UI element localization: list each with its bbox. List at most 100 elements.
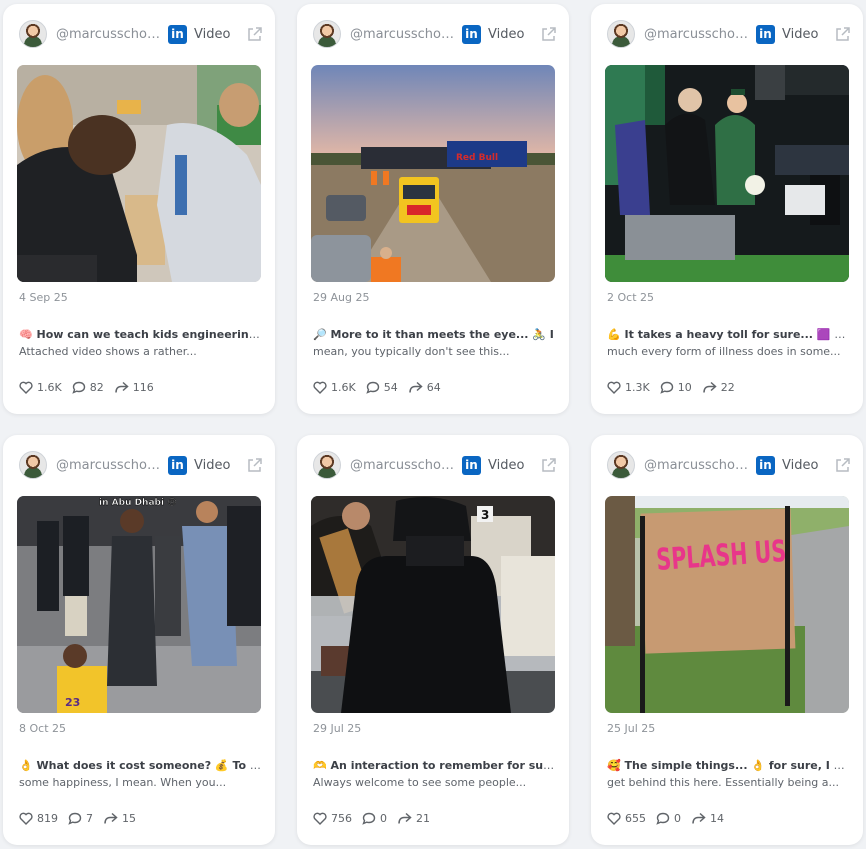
engagement-stats: 756 0 21 <box>313 812 440 825</box>
engagement-stats: 655 0 14 <box>607 812 734 825</box>
video-thumbnail[interactable]: SPLASH US <box>605 496 849 713</box>
post-caption: 👌 What does it cost someone? 💰 To share … <box>19 757 261 791</box>
avatar[interactable] <box>19 451 47 479</box>
heart-icon <box>607 812 621 825</box>
share-icon <box>702 381 717 393</box>
author-handle[interactable]: @marcusschol... <box>644 458 748 473</box>
avatar[interactable] <box>607 451 635 479</box>
external-link-icon[interactable] <box>539 456 557 474</box>
comments-stat[interactable]: 54 <box>366 381 398 394</box>
engagement-stats: 1.6K 82 116 <box>19 381 164 394</box>
post-caption: 🫶 An interaction to remember for sure 👌 … <box>313 757 555 791</box>
video-thumbnail[interactable] <box>17 65 261 282</box>
likes-stat[interactable]: 1.6K <box>19 381 62 394</box>
engagement-stats: 1.3K 10 22 <box>607 381 745 394</box>
heart-icon <box>607 381 621 394</box>
post-caption: 🔎 More to it than meets the eye... 🚴 I m… <box>313 326 555 360</box>
external-link-icon[interactable] <box>833 456 851 474</box>
caption-body: Always welcome to see some people... <box>313 776 527 789</box>
comments-stat[interactable]: 0 <box>656 812 681 825</box>
heart-icon <box>313 381 327 394</box>
caption-body: some happiness, I mean. When you... <box>19 776 227 789</box>
likes-stat[interactable]: 1.6K <box>313 381 356 394</box>
shares-count: 14 <box>710 812 724 825</box>
comment-icon <box>656 812 670 825</box>
comment-icon <box>366 381 379 394</box>
avatar[interactable] <box>607 20 635 48</box>
likes-stat[interactable]: 1.3K <box>607 381 650 394</box>
comments-count: 10 <box>677 381 692 394</box>
caption-body: Attached video shows a rather... <box>19 345 197 358</box>
author-handle[interactable]: @marcusschol... <box>350 458 454 473</box>
author-handle[interactable]: @marcusschol... <box>56 27 160 42</box>
linkedin-icon: in <box>168 24 187 44</box>
shares-stat[interactable]: 15 <box>103 812 136 825</box>
caption-body: much every form of illness does in some.… <box>607 345 841 358</box>
shares-stat[interactable]: 14 <box>691 812 724 825</box>
author-handle[interactable]: @marcusschol... <box>644 27 748 42</box>
post-card[interactable]: @marcusschol... in Video 2 Oct 25 💪 It t… <box>591 4 863 414</box>
comments-stat[interactable]: 7 <box>68 812 93 825</box>
caption-title: 🫶 An interaction to remember for sure 👌 <box>313 759 555 772</box>
shares-stat[interactable]: 64 <box>408 381 441 394</box>
likes-stat[interactable]: 655 <box>607 812 646 825</box>
shares-stat[interactable]: 21 <box>397 812 430 825</box>
external-link-icon[interactable] <box>833 25 851 43</box>
comments-stat[interactable]: 10 <box>660 381 692 394</box>
comment-icon <box>72 381 85 394</box>
linkedin-icon: in <box>756 24 775 44</box>
video-thumbnail[interactable] <box>605 65 849 282</box>
external-link-icon[interactable] <box>539 25 557 43</box>
linkedin-icon: in <box>756 455 775 475</box>
comments-count: 0 <box>674 812 681 825</box>
card-header: @marcusschol... in Video <box>607 449 851 481</box>
post-card[interactable]: @marcusschol... in Video SPLASH US 25 Ju… <box>591 435 863 845</box>
caption-body: get behind this here. Essentially being … <box>607 776 840 789</box>
comments-count: 82 <box>89 381 104 394</box>
share-icon <box>408 381 423 393</box>
avatar[interactable] <box>313 451 341 479</box>
card-header: @marcusschol... in Video <box>19 18 263 50</box>
external-link-icon[interactable] <box>245 456 263 474</box>
post-caption: 🧠 How can we teach kids engineering? 📽 A… <box>19 326 261 360</box>
video-thumbnail[interactable]: in Abu Dhabi 😢 23 <box>17 496 261 713</box>
card-header: @marcusschol... in Video <box>313 18 557 50</box>
post-type-label: Video <box>782 457 819 473</box>
author-handle[interactable]: @marcusschol... <box>350 27 454 42</box>
post-card[interactable]: @marcusschol... in Video in Abu Dhabi 😢 … <box>3 435 275 845</box>
card-header: @marcusschol... in Video <box>313 449 557 481</box>
comments-stat[interactable]: 82 <box>72 381 104 394</box>
video-thumbnail[interactable]: 3 <box>311 496 555 713</box>
engagement-stats: 1.6K 54 64 <box>313 381 451 394</box>
video-thumbnail[interactable]: Red Bull <box>311 65 555 282</box>
caption-body: mean, you typically don't see this... <box>313 345 510 358</box>
post-date: 25 Jul 25 <box>607 722 656 735</box>
caption-title: 🧠 How can we teach kids engineering? 📽 <box>19 328 261 341</box>
card-header: @marcusschol... in Video <box>607 18 851 50</box>
shares-stat[interactable]: 116 <box>114 381 154 394</box>
likes-count: 1.3K <box>625 381 650 394</box>
post-card[interactable]: @marcusschol... in Video 3 29 Jul 25 🫶 A… <box>297 435 569 845</box>
likes-stat[interactable]: 819 <box>19 812 58 825</box>
avatar[interactable] <box>19 20 47 48</box>
likes-stat[interactable]: 756 <box>313 812 352 825</box>
external-link-icon[interactable] <box>245 25 263 43</box>
heart-icon <box>19 381 33 394</box>
post-date: 29 Jul 25 <box>313 722 362 735</box>
linkedin-icon: in <box>462 24 481 44</box>
likes-count: 756 <box>331 812 352 825</box>
post-card[interactable]: @marcusschol... in Video 4 Sep 25 🧠 How … <box>3 4 275 414</box>
avatar[interactable] <box>313 20 341 48</box>
likes-count: 1.6K <box>37 381 62 394</box>
post-card[interactable]: @marcusschol... in Video Red Bull 29 Aug… <box>297 4 569 414</box>
shares-stat[interactable]: 22 <box>702 381 735 394</box>
share-icon <box>104 812 118 824</box>
comments-count: 0 <box>380 812 387 825</box>
comments-count: 7 <box>86 812 93 825</box>
linkedin-icon: in <box>168 455 187 475</box>
share-icon <box>398 812 412 824</box>
svg-text:23: 23 <box>65 696 80 709</box>
comments-stat[interactable]: 0 <box>362 812 387 825</box>
caption-title: 🥰 The simple things... 👌 for sure, I can <box>607 759 849 772</box>
author-handle[interactable]: @marcusschol... <box>56 458 160 473</box>
